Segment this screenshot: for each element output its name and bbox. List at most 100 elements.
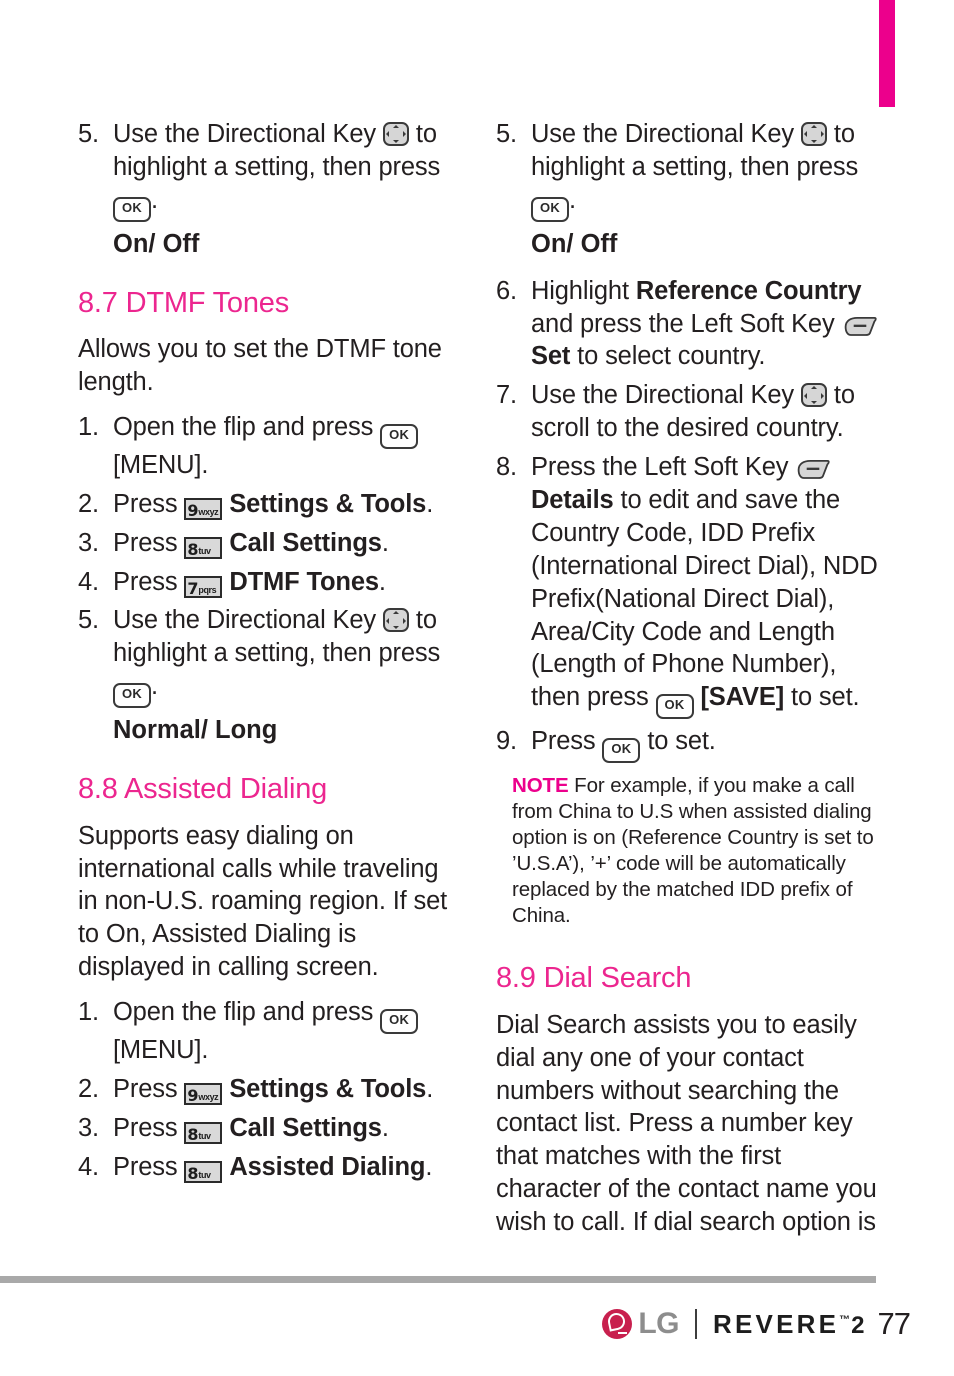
step-text: . bbox=[378, 567, 386, 596]
step-text: Open the flip and press bbox=[113, 412, 374, 441]
menu-name: Settings & Tools bbox=[229, 489, 427, 518]
step-item: 9. Press OK to set. bbox=[496, 725, 878, 764]
menu-name: Set bbox=[531, 342, 571, 371]
trademark-symbol: ™ bbox=[839, 1313, 851, 1326]
step-text: Press bbox=[113, 1113, 178, 1142]
key-letters: tuv bbox=[198, 545, 211, 556]
step-text: Press bbox=[113, 528, 178, 557]
step-text: Press the Left Soft Key bbox=[531, 453, 789, 482]
step-number: 1. bbox=[78, 998, 99, 1027]
step-text: to edit and save the Country Code, IDD P… bbox=[531, 486, 878, 712]
step-number: 2. bbox=[78, 489, 99, 518]
step-item: 2. Press 9wxyz Settings & Tools. bbox=[78, 488, 456, 521]
section-heading-89: 8.9 Dial Search bbox=[496, 962, 692, 995]
step-text: Use the Directional Key bbox=[531, 120, 795, 148]
step-number: 9. bbox=[496, 727, 517, 756]
directional-key-icon bbox=[800, 122, 827, 146]
keypad-key-8-icon: 8tuv bbox=[184, 1160, 223, 1183]
section-heading-88: 8.8 Assisted Dialing bbox=[78, 773, 328, 806]
step-text: . bbox=[569, 185, 576, 214]
step-text: Use the Directional Key bbox=[531, 381, 795, 410]
keypad-key-9-icon: 9wxyz bbox=[184, 497, 223, 520]
step-text: Press bbox=[113, 567, 178, 596]
ok-key-icon: OK bbox=[113, 683, 151, 709]
note-label: NOTE bbox=[512, 774, 569, 798]
step-number: 3. bbox=[78, 1113, 99, 1142]
step-item: 7. Use the Directional Key to scroll to t… bbox=[496, 379, 878, 445]
step-number: 5. bbox=[78, 120, 99, 148]
step-item: 3. Press 8tuv Call Settings. bbox=[78, 1112, 456, 1145]
model-name: REVERE™2 bbox=[713, 1309, 864, 1340]
menu-name: Call Settings bbox=[229, 1113, 382, 1142]
step-text: to set. bbox=[647, 727, 716, 756]
lg-logo-icon bbox=[602, 1309, 633, 1339]
ok-key-icon: OK bbox=[602, 738, 641, 764]
step-number: 2. bbox=[78, 1074, 99, 1103]
right-column: 5. Use the Directional Key to highlight a… bbox=[496, 118, 878, 1251]
key-digit: 8 bbox=[187, 1124, 199, 1144]
keypad-key-7-icon: 7pqrs bbox=[184, 575, 223, 598]
step-item: 1. Open the flip and press OK [MENU]. bbox=[78, 996, 456, 1067]
step-text: Press bbox=[113, 1152, 178, 1181]
left-soft-key-icon bbox=[797, 460, 830, 480]
step-number: 6. bbox=[496, 276, 517, 305]
ok-key-icon: OK bbox=[380, 1009, 419, 1035]
key-letters: tuv bbox=[198, 1130, 211, 1141]
step-number: 4. bbox=[78, 567, 99, 596]
page-edge-tab bbox=[879, 0, 895, 107]
step-text: to set. bbox=[791, 683, 860, 712]
step-text: Press bbox=[113, 1074, 178, 1103]
step-item: 3. Press 8tuv Call Settings. bbox=[78, 527, 456, 560]
menu-name: Reference Country bbox=[635, 276, 862, 305]
step-item: 5. Use the Directional Key to highlight a… bbox=[78, 118, 456, 222]
ok-key-icon: OK bbox=[531, 196, 569, 222]
step-number: 5. bbox=[496, 120, 517, 148]
note-block: NOTE For example, if you make a call fro… bbox=[496, 773, 878, 928]
step-item: 5. Use the Directional Key to highlight a… bbox=[496, 118, 878, 222]
step-text: Highlight bbox=[531, 276, 629, 305]
ok-key-icon: OK bbox=[655, 694, 694, 720]
model-text: REVERE bbox=[713, 1308, 840, 1339]
step-text: Press bbox=[531, 727, 596, 756]
setting-options: On/ Off bbox=[531, 229, 618, 258]
key-letters: tuv bbox=[198, 1169, 211, 1180]
directional-key-icon bbox=[382, 608, 409, 633]
step-item: 6. Highlight Reference Country and press … bbox=[496, 275, 878, 374]
setting-options: Normal/ Long bbox=[113, 716, 278, 745]
setting-options: On/ Off bbox=[113, 229, 200, 258]
ok-key-icon: OK bbox=[113, 196, 151, 222]
step-item: 1. Open the flip and press OK [MENU]. bbox=[78, 411, 456, 482]
keypad-key-8-icon: 8tuv bbox=[184, 1121, 223, 1144]
directional-key-icon bbox=[382, 122, 409, 146]
keypad-key-8-icon: 8tuv bbox=[184, 536, 223, 559]
step-number: 3. bbox=[78, 528, 99, 557]
step-text: . bbox=[381, 528, 389, 557]
step-text: . bbox=[426, 489, 434, 518]
step-text: . bbox=[425, 1152, 433, 1181]
model-number: 2 bbox=[851, 1311, 865, 1339]
key-digit: 9 bbox=[187, 500, 199, 520]
section-intro-87: Allows you to set the DTMF tone length. bbox=[78, 335, 442, 397]
step-text: . bbox=[151, 672, 158, 701]
key-letters: wxyz bbox=[198, 506, 219, 517]
key-digit: 8 bbox=[187, 539, 199, 559]
step-text: and press the Left Soft Key bbox=[531, 309, 835, 338]
step-item: 8. Press the Left Soft Key Details to edi… bbox=[496, 451, 878, 720]
key-digit: 8 bbox=[187, 1163, 199, 1183]
menu-name: Settings & Tools bbox=[229, 1074, 427, 1103]
section-heading-87: 8.7 DTMF Tones bbox=[78, 286, 290, 319]
footer-divider bbox=[695, 1309, 698, 1339]
section-intro-89: Dial Search assists you to easily dial a… bbox=[496, 1010, 877, 1237]
step-text: to select country. bbox=[577, 342, 766, 371]
step-item: 5. Use the Directional Key to highlight a… bbox=[78, 604, 456, 709]
ok-key-icon: OK bbox=[380, 423, 419, 449]
lg-wordmark: LG bbox=[638, 1307, 680, 1340]
step-number: 1. bbox=[78, 412, 99, 441]
keypad-key-9-icon: 9wxyz bbox=[184, 1082, 223, 1105]
step-number: 8. bbox=[496, 453, 517, 482]
key-digit: 9 bbox=[187, 1085, 199, 1105]
page-number: 77 bbox=[877, 1306, 911, 1341]
step-text: Use the Directional Key bbox=[113, 120, 377, 148]
step-item: 4. Press 8tuv Assisted Dialing. bbox=[78, 1151, 456, 1184]
left-soft-key-icon bbox=[844, 316, 877, 336]
